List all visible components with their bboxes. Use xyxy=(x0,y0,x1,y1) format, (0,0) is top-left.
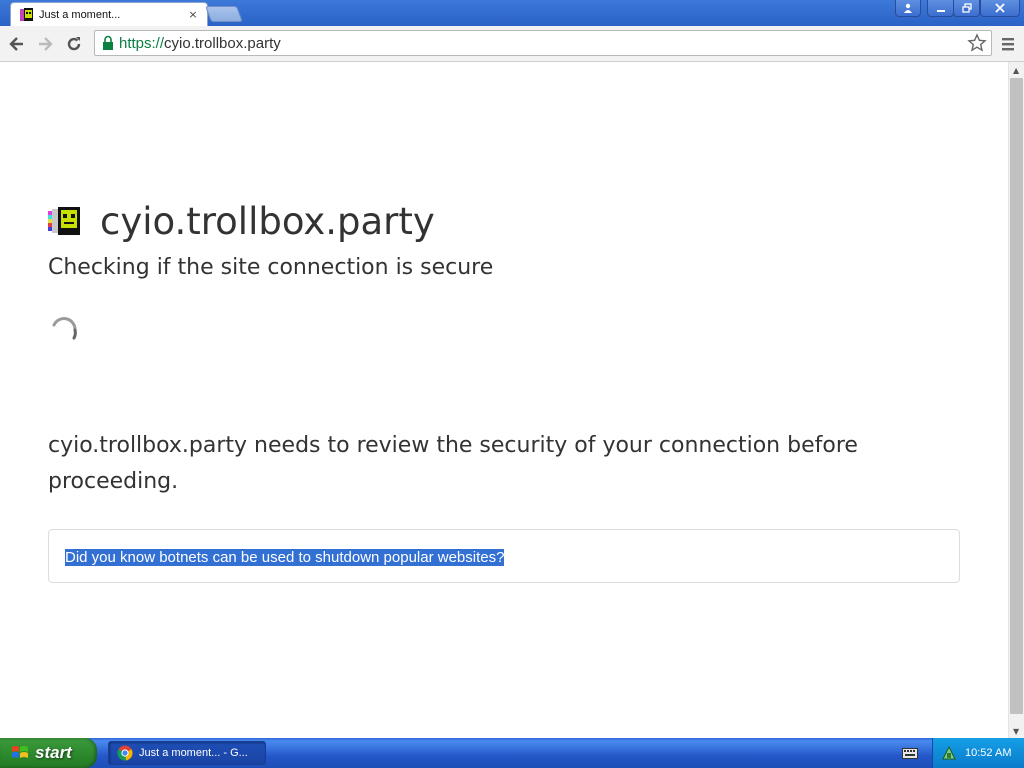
address-bar[interactable]: https:// cyio.trollbox.party xyxy=(94,30,992,56)
tab-close-icon[interactable]: × xyxy=(187,8,199,21)
network-icon[interactable] xyxy=(941,745,957,761)
back-button[interactable] xyxy=(6,33,28,55)
site-logo-icon xyxy=(48,206,80,235)
tip-text: Did you know botnets can be used to shut… xyxy=(65,549,505,566)
site-header: cyio.trollbox.party xyxy=(48,200,435,243)
browser-toolbar: https:// cyio.trollbox.party xyxy=(0,26,1024,62)
forward-button[interactable] xyxy=(34,33,56,55)
url-host: cyio.trollbox.party xyxy=(164,34,281,52)
user-icon xyxy=(904,3,912,13)
page-content: cyio.trollbox.party Checking if the site… xyxy=(0,62,1008,738)
taskbar-item-chrome[interactable]: Just a moment... - G... xyxy=(108,741,266,765)
minimize-button[interactable] xyxy=(927,0,954,17)
checking-message: Checking if the site connection is secur… xyxy=(48,255,494,280)
restore-icon xyxy=(961,3,972,13)
start-label: start xyxy=(35,743,72,762)
start-button[interactable]: start xyxy=(0,738,97,768)
chrome-icon xyxy=(117,745,133,761)
close-icon xyxy=(995,3,1005,13)
reload-icon xyxy=(67,37,81,51)
windows-flag-icon xyxy=(12,746,28,758)
tab-just-a-moment[interactable]: Just a moment... × xyxy=(10,2,208,26)
loading-spinner-icon xyxy=(52,317,77,340)
system-tray: 10:52 AM xyxy=(932,738,1024,768)
review-message: cyio.trollbox.party needs to review the … xyxy=(48,433,858,494)
scroll-down-arrow-icon[interactable]: ▼ xyxy=(1013,727,1019,736)
restore-button[interactable] xyxy=(953,0,980,17)
url-scheme: https:// xyxy=(119,34,165,52)
minimize-icon xyxy=(936,10,945,12)
vertical-scrollbar[interactable]: ▲ ▼ xyxy=(1008,62,1024,738)
star-icon[interactable] xyxy=(967,33,987,53)
lock-icon xyxy=(103,35,113,50)
site-title: cyio.trollbox.party xyxy=(100,200,435,243)
profile-button[interactable] xyxy=(895,0,921,17)
clock: 10:52 AM xyxy=(965,747,1012,759)
reload-button[interactable] xyxy=(63,33,85,55)
scroll-up-arrow-icon[interactable]: ▲ xyxy=(1013,66,1019,75)
scrollbar-thumb[interactable] xyxy=(1010,78,1023,714)
tip-box: Did you know botnets can be used to shut… xyxy=(48,529,960,583)
new-tab-button[interactable] xyxy=(205,6,243,22)
site-favicon-icon xyxy=(20,7,33,21)
tab-title: Just a moment... xyxy=(39,8,121,21)
taskbar-item-label: Just a moment... - G... xyxy=(139,747,248,759)
hamburger-menu-icon[interactable] xyxy=(998,35,1018,53)
browser-title-bar: Just a moment... × xyxy=(0,0,1024,26)
keyboard-icon[interactable] xyxy=(902,746,918,760)
arrow-left-icon xyxy=(9,37,23,51)
close-window-button[interactable] xyxy=(980,0,1020,17)
arrow-right-icon xyxy=(39,37,53,51)
windows-taskbar: start Just a moment... - G... 10:52 AM xyxy=(0,738,1024,768)
